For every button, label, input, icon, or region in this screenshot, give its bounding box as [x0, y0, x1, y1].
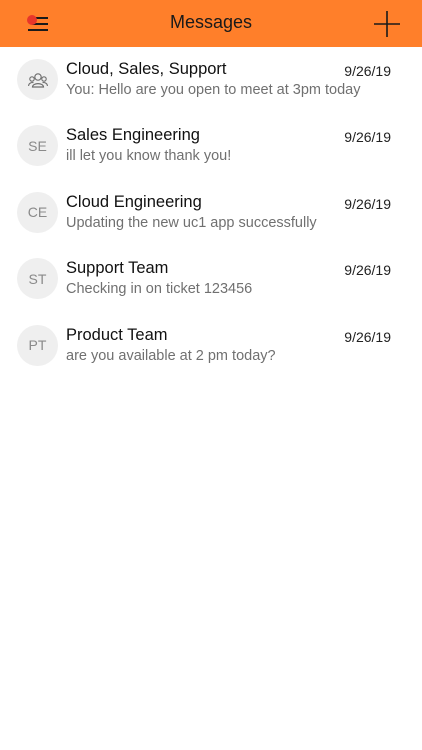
- conversation-date: 9/26/19: [344, 262, 391, 279]
- conversation-row[interactable]: CE Cloud Engineering 9/26/19 Updating th…: [0, 180, 422, 246]
- new-message-button[interactable]: [372, 9, 402, 39]
- conversation-name: Support Team: [66, 259, 169, 278]
- conversation-date: 9/26/19: [344, 129, 391, 146]
- conversation-date: 9/26/19: [344, 63, 391, 79]
- conversation-name: Cloud Engineering: [66, 192, 202, 211]
- conversation-name: Product Team: [66, 325, 168, 344]
- conversation-row[interactable]: Cloud, Sales, Support 9/26/19 You: Hello…: [0, 47, 422, 113]
- avatar: SE: [17, 125, 58, 167]
- app-header: Messages: [0, 0, 422, 47]
- page-title: Messages: [169, 12, 253, 32]
- conversation-list: Cloud, Sales, Support 9/26/19 You: Hello…: [0, 47, 422, 379]
- conversation-date: 9/26/19: [344, 328, 391, 345]
- conversation-date: 9/26/19: [344, 195, 391, 212]
- avatar: PT: [17, 324, 58, 366]
- conversation-name: Cloud, Sales, Support: [66, 60, 227, 78]
- conversation-preview: Updating the new uc1 app successfully: [66, 214, 317, 231]
- avatar: CE: [17, 191, 58, 233]
- conversation-row[interactable]: SE Sales Engineering 9/26/19 ill let you…: [0, 113, 422, 179]
- group-icon: [27, 72, 48, 88]
- conversation-name: Sales Engineering: [66, 126, 200, 145]
- conversation-preview: You: Hello are you open to meet at 3pm t…: [66, 82, 361, 98]
- conversation-preview: are you available at 2 pm today?: [66, 347, 276, 364]
- conversation-preview: Checking in on ticket 123456: [66, 281, 253, 298]
- conversation-row[interactable]: ST Support Team 9/26/19 Checking in on t…: [0, 246, 422, 312]
- avatar: [17, 59, 58, 100]
- plus-icon: [372, 9, 402, 39]
- conversation-preview: ill let you know thank you!: [66, 148, 232, 165]
- avatar: ST: [17, 258, 58, 300]
- conversation-row[interactable]: PT Product Team 9/26/19 are you availabl…: [0, 313, 422, 379]
